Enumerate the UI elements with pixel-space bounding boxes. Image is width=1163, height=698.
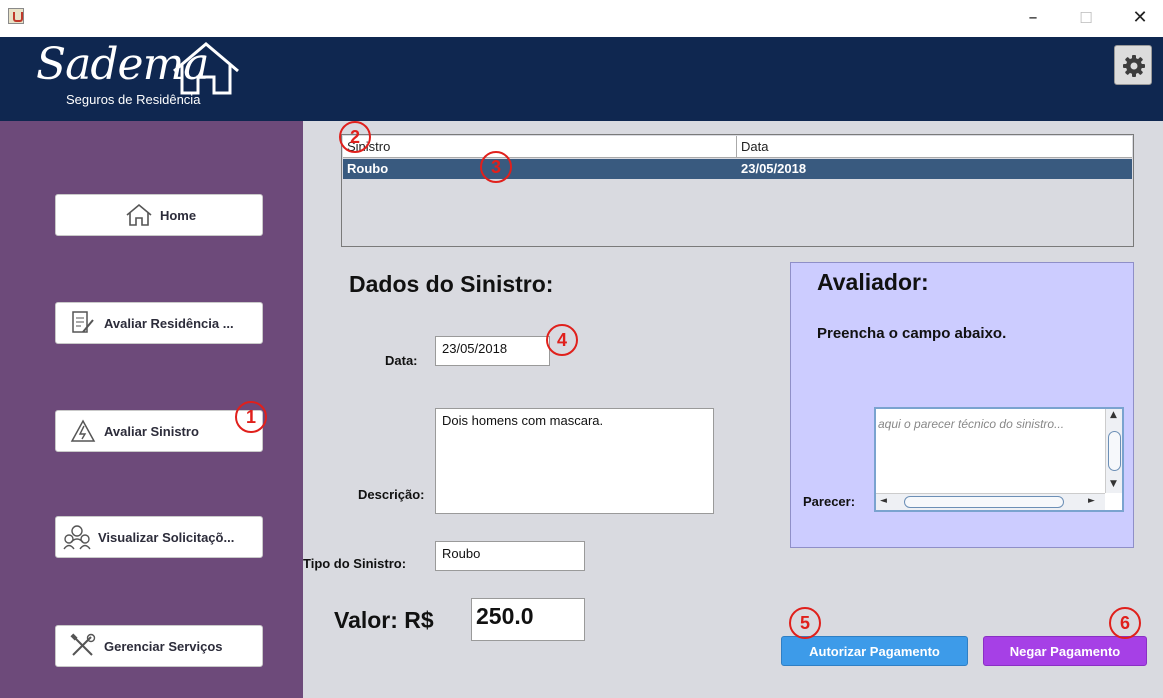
- sidebar-item-label: Visualizar Solicitaçõ...: [98, 529, 235, 545]
- minimize-button[interactable]: –: [1010, 4, 1056, 32]
- sidebar-item-label: Gerenciar Serviços: [104, 638, 223, 654]
- house-logo-icon: [173, 42, 239, 95]
- parecer-placeholder: aqui o parecer técnico do sinistro...: [878, 417, 1065, 431]
- column-header-sinistro[interactable]: Sinistro: [343, 136, 737, 158]
- scroll-thumb-horizontal[interactable]: [904, 496, 1064, 508]
- main-content: Sinistro Data Roubo 23/05/2018 2 3 Dados…: [303, 121, 1163, 698]
- avaliador-panel: Avaliador: Preencha o campo abaixo. Pare…: [790, 262, 1134, 548]
- table-header: Sinistro Data: [343, 136, 1132, 158]
- app-header: Sadema Seguros de Residência: [0, 37, 1163, 121]
- avaliador-title: Avaliador:: [817, 269, 929, 295]
- sinistro-table[interactable]: Sinistro Data Roubo 23/05/2018: [341, 134, 1134, 247]
- data-field[interactable]: 23/05/2018: [435, 336, 550, 366]
- sidebar-item-home[interactable]: Home: [55, 194, 263, 236]
- dados-title: Dados do Sinistro:: [349, 271, 554, 297]
- settings-button[interactable]: [1114, 45, 1152, 85]
- sidebar-item-avaliar-residencia[interactable]: Avaliar Residência ...: [55, 302, 263, 344]
- valor-field[interactable]: 250.0: [471, 598, 585, 641]
- table-row[interactable]: Roubo 23/05/2018: [343, 159, 1132, 179]
- window-titlebar: – ☐ ✕: [0, 0, 1163, 37]
- sidebar-item-label: Avaliar Sinistro: [104, 423, 199, 439]
- autorizar-pagamento-button[interactable]: Autorizar Pagamento: [781, 636, 968, 666]
- home-icon: [122, 200, 156, 230]
- column-header-data[interactable]: Data: [737, 136, 1132, 158]
- annotation-marker-2: 2: [339, 121, 371, 153]
- logo-subtitle: Seguros de Residência: [66, 92, 201, 107]
- parecer-label: Parecer:: [803, 494, 856, 509]
- annotation-marker-3: 3: [480, 151, 512, 183]
- tipo-field[interactable]: Roubo: [435, 541, 585, 571]
- sidebar-item-label: Home: [159, 207, 197, 223]
- sidebar-item-visualizar-solicitacoes[interactable]: Visualizar Solicitaçõ...: [55, 516, 263, 558]
- negar-pagamento-button[interactable]: Negar Pagamento: [983, 636, 1147, 666]
- parecer-vertical-scrollbar[interactable]: ▲ ▼: [1105, 409, 1122, 493]
- descricao-field[interactable]: Dois homens com mascara.: [435, 408, 714, 514]
- avaliador-instruction: Preencha o campo abaixo.: [817, 325, 1007, 342]
- data-label: Data:: [385, 353, 418, 368]
- parecer-textarea[interactable]: aqui o parecer técnico do sinistro... ▲ …: [874, 407, 1124, 512]
- tipo-label: Tipo do Sinistro:: [303, 556, 407, 571]
- sidebar-item-gerenciar-servicos[interactable]: Gerenciar Serviços: [55, 625, 263, 667]
- valor-label: Valor: R$: [334, 607, 434, 633]
- cell-data: 23/05/2018: [741, 161, 807, 176]
- annotation-marker-4: 4: [546, 324, 578, 356]
- parecer-horizontal-scrollbar[interactable]: ◄ ►: [876, 493, 1105, 510]
- annotation-marker-6: 6: [1109, 607, 1141, 639]
- annotation-marker-5: 5: [789, 607, 821, 639]
- gear-icon: [1123, 55, 1145, 77]
- sidebar-item-label: Avaliar Residência ...: [104, 315, 234, 331]
- close-button[interactable]: ✕: [1117, 4, 1163, 32]
- maximize-button[interactable]: ☐: [1063, 4, 1109, 32]
- scroll-thumb-vertical[interactable]: [1108, 431, 1121, 471]
- annotation-marker-1: 1: [235, 401, 267, 433]
- users-icon: [60, 522, 94, 552]
- descricao-label: Descrição:: [358, 487, 425, 502]
- tools-icon: [66, 631, 100, 661]
- cell-sinistro: Roubo: [347, 161, 389, 176]
- warning-icon: [66, 416, 100, 446]
- edit-document-icon: [66, 308, 100, 338]
- sidebar: Home Avaliar Residência ... Avaliar Sini…: [0, 121, 303, 698]
- java-app-icon: [8, 8, 24, 24]
- sidebar-item-avaliar-sinistro[interactable]: Avaliar Sinistro: [55, 410, 263, 452]
